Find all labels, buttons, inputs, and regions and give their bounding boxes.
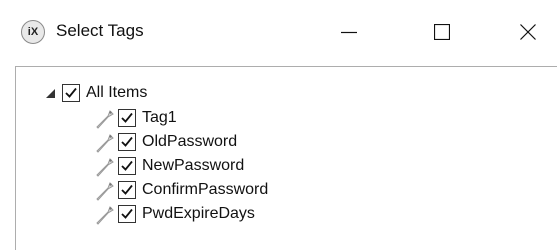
tree-item[interactable]: Tag1 [94, 106, 177, 130]
tree-item-label: Tag1 [142, 109, 177, 126]
tree-root-item[interactable]: All Items [44, 81, 147, 105]
maximize-icon [434, 24, 450, 40]
checkmark-icon [121, 208, 133, 219]
tree-item[interactable]: ConfirmPassword [94, 178, 268, 202]
checkmark-icon [121, 184, 133, 195]
tag-icon [96, 158, 114, 177]
tree-item[interactable]: NewPassword [94, 154, 244, 178]
maximize-button[interactable] [413, 0, 471, 64]
item-checkbox[interactable] [118, 109, 136, 127]
root-checkbox[interactable] [62, 84, 80, 102]
checkmark-icon [121, 112, 133, 123]
minimize-button[interactable] [320, 0, 378, 64]
tag-icon [96, 134, 114, 153]
checkmark-icon [121, 160, 133, 171]
close-icon [520, 24, 536, 40]
tree-root-label: All Items [86, 84, 148, 101]
expanded-arrow-icon[interactable] [44, 87, 56, 99]
tree-item-label: ConfirmPassword [142, 181, 269, 198]
close-button[interactable] [499, 0, 557, 64]
tree-item[interactable]: OldPassword [94, 130, 237, 154]
select-tags-window: iX Select Tags All Items Tag1 OldPasswor… [0, 0, 557, 250]
item-checkbox[interactable] [118, 133, 136, 151]
tag-icon [96, 206, 114, 225]
item-checkbox[interactable] [118, 181, 136, 199]
tree-item-label: NewPassword [142, 157, 245, 174]
tree-item-label: OldPassword [142, 133, 238, 150]
title-bar[interactable]: iX Select Tags [0, 0, 557, 64]
app-icon: iX [21, 20, 45, 44]
window-title: Select Tags [56, 21, 144, 40]
tag-icon [96, 182, 114, 201]
tag-tree[interactable]: All Items Tag1 OldPassword NewPassword C… [15, 66, 557, 250]
tree-item[interactable]: PwdExpireDays [94, 202, 255, 226]
checkmark-icon [121, 136, 133, 147]
item-checkbox[interactable] [118, 205, 136, 223]
tag-icon [96, 110, 114, 129]
checkmark-icon [65, 87, 77, 98]
item-checkbox[interactable] [118, 157, 136, 175]
tree-item-label: PwdExpireDays [142, 205, 255, 222]
minimize-icon [341, 31, 357, 34]
